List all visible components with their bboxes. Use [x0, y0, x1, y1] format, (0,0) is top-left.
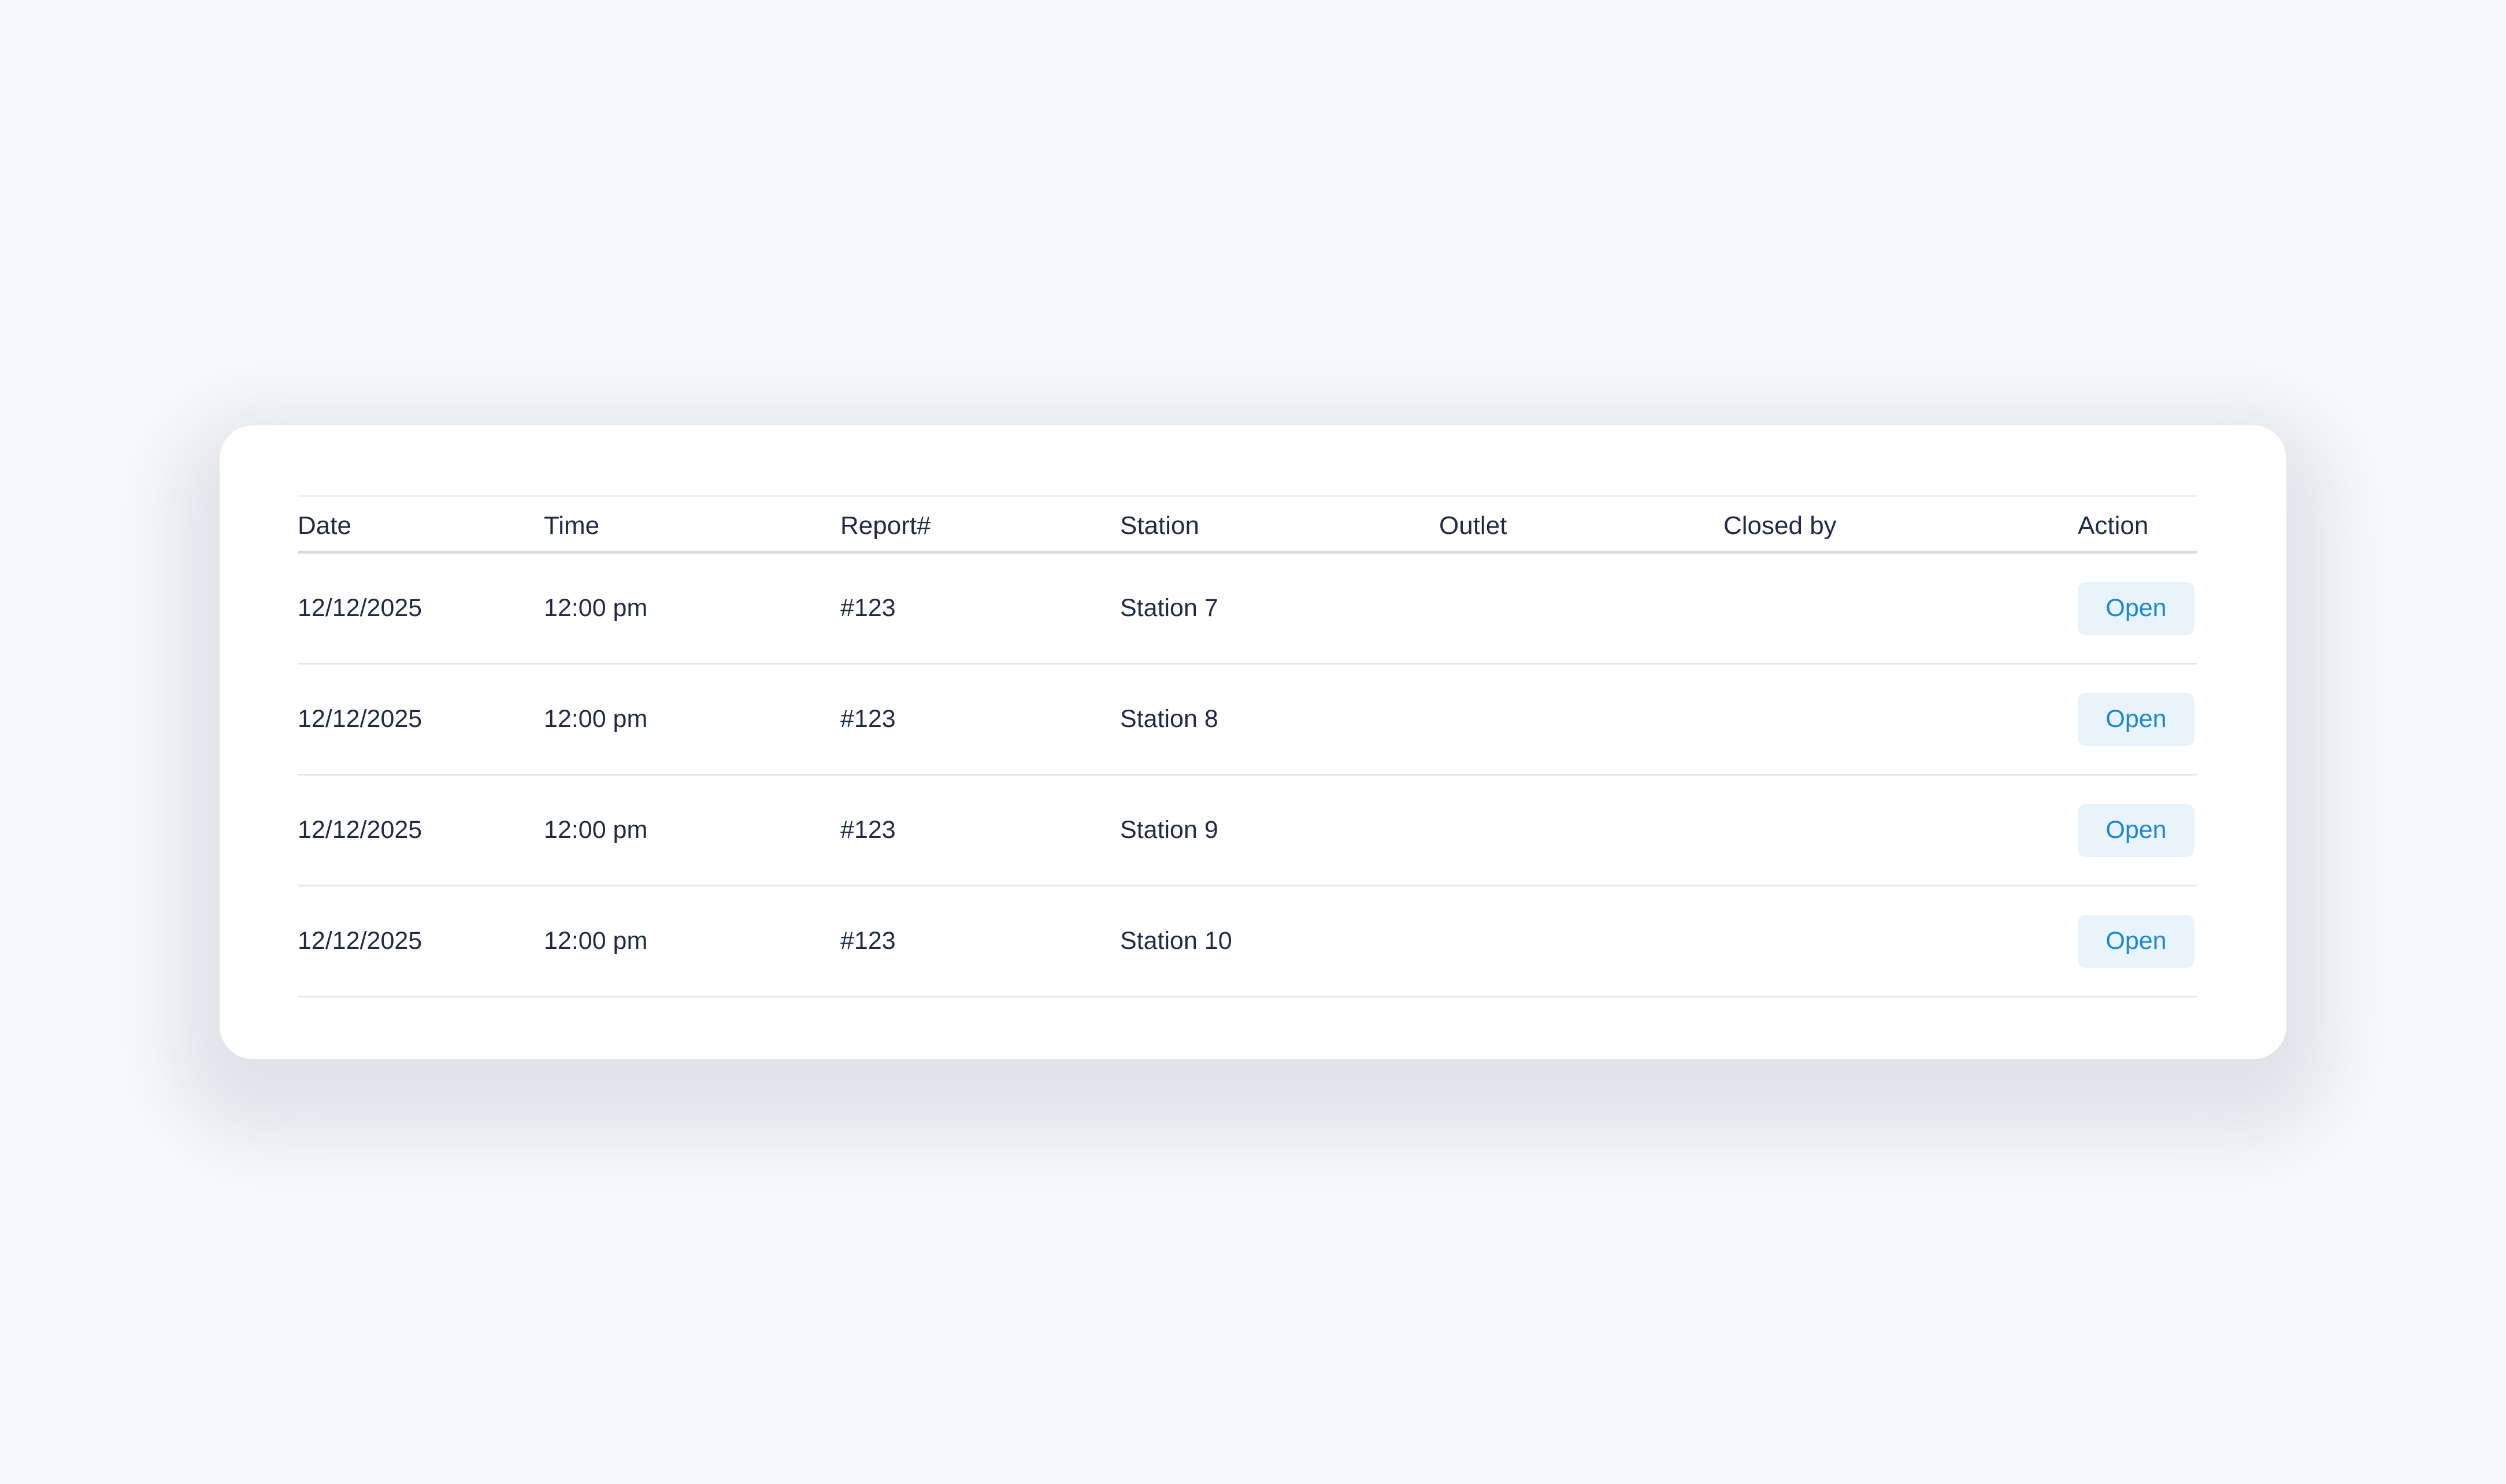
open-button[interactable]: Open — [2078, 803, 2194, 857]
reports-table: Date Time Report# Station Outlet Closed … — [298, 495, 2197, 997]
reports-card: Date Time Report# Station Outlet Closed … — [220, 425, 2286, 1059]
cell-station: Station 8 — [1120, 705, 1218, 733]
cell-date: 12/12/2025 — [298, 927, 422, 955]
cell-time: 12:00 pm — [544, 705, 648, 733]
page: { "table": { "headers": { "date": "Date"… — [0, 0, 2506, 1484]
cell-time: 12:00 pm — [544, 594, 648, 622]
header-closed-by: Closed by — [1723, 511, 1837, 540]
cell-date: 12/12/2025 — [298, 705, 422, 733]
cell-date: 12/12/2025 — [298, 594, 422, 622]
cell-action: Open — [2078, 554, 2194, 663]
cell-date: 12/12/2025 — [298, 816, 422, 844]
header-outlet: Outlet — [1439, 511, 1507, 540]
open-button[interactable]: Open — [2078, 914, 2194, 968]
cell-action: Open — [2078, 665, 2194, 774]
cell-station: Station 10 — [1120, 927, 1232, 955]
header-date: Date — [298, 511, 351, 540]
cell-station: Station 9 — [1120, 816, 1218, 844]
cell-action: Open — [2078, 886, 2194, 996]
table-row: 12/12/2025 12:00 pm #123 Station 8 Open — [298, 665, 2197, 776]
cell-time: 12:00 pm — [544, 816, 648, 844]
cell-report: #123 — [840, 927, 896, 955]
open-button[interactable]: Open — [2078, 692, 2194, 746]
table-row: 12/12/2025 12:00 pm #123 Station 9 Open — [298, 776, 2197, 886]
cell-station: Station 7 — [1120, 594, 1218, 622]
header-time: Time — [544, 511, 600, 540]
table-row: 12/12/2025 12:00 pm #123 Station 7 Open — [298, 554, 2197, 665]
cell-action: Open — [2078, 776, 2194, 885]
cell-report: #123 — [840, 816, 896, 844]
header-station: Station — [1120, 511, 1199, 540]
cell-report: #123 — [840, 594, 896, 622]
cell-report: #123 — [840, 705, 896, 733]
table-header-row: Date Time Report# Station Outlet Closed … — [298, 497, 2197, 554]
cell-time: 12:00 pm — [544, 927, 648, 955]
header-action: Action — [2078, 511, 2149, 540]
table-row: 12/12/2025 12:00 pm #123 Station 10 Open — [298, 886, 2197, 997]
header-report: Report# — [840, 511, 931, 540]
open-button[interactable]: Open — [2078, 581, 2194, 635]
